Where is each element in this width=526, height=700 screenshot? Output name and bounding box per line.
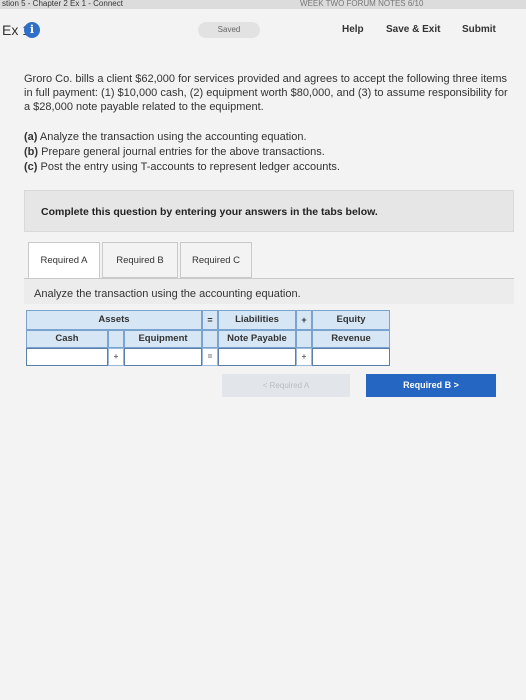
prev-required-a-button[interactable]: < Required A bbox=[222, 374, 350, 397]
help-button[interactable]: Help bbox=[342, 24, 364, 35]
plus-sign: + bbox=[296, 310, 312, 330]
input-equals-sign: = bbox=[202, 348, 218, 366]
revenue-input[interactable] bbox=[312, 348, 390, 366]
part-a: (a) Analyze the transaction using the ac… bbox=[24, 131, 307, 143]
note-payable-header: Note Payable bbox=[218, 330, 296, 348]
part-c: (c) Post the entry using T-accounts to r… bbox=[24, 161, 340, 173]
cash-input[interactable] bbox=[26, 348, 108, 366]
part-b: (b) Prepare general journal entries for … bbox=[24, 146, 325, 158]
revenue-header: Revenue bbox=[312, 330, 390, 348]
cash-header: Cash bbox=[26, 330, 108, 348]
input-plus-sign-2: + bbox=[296, 348, 312, 366]
assets-plus-cell bbox=[108, 330, 124, 348]
assets-header: Assets bbox=[26, 310, 202, 330]
question-text: Groro Co. bills a client $62,000 for ser… bbox=[24, 73, 508, 113]
equipment-header: Equipment bbox=[124, 330, 202, 348]
tab-content-title: Analyze the transaction using the accoun… bbox=[24, 278, 514, 304]
browser-tab-strip: stion 5 - Chapter 2 Ex 1 - Connect WEEK … bbox=[0, 0, 526, 9]
note-payable-input[interactable] bbox=[218, 348, 296, 366]
instruction-banner: Complete this question by entering your … bbox=[24, 190, 514, 232]
liabilities-header: Liabilities bbox=[218, 310, 296, 330]
equity-header: Equity bbox=[312, 310, 390, 330]
save-exit-button[interactable]: Save & Exit bbox=[386, 24, 440, 35]
equals-spacer bbox=[202, 330, 218, 348]
next-required-b-button[interactable]: Required B > bbox=[366, 374, 496, 397]
tab-required-b[interactable]: Required B bbox=[102, 242, 178, 278]
tab-required-a[interactable]: Required A bbox=[28, 242, 100, 280]
question-parts: (a) Analyze the transaction using the ac… bbox=[24, 130, 340, 175]
info-icon[interactable]: i bbox=[24, 22, 40, 38]
equipment-input[interactable] bbox=[124, 348, 202, 366]
tab-required-c[interactable]: Required C bbox=[180, 242, 252, 278]
submit-button[interactable]: Submit bbox=[462, 24, 496, 35]
tab-title-left: stion 5 - Chapter 2 Ex 1 - Connect bbox=[2, 0, 123, 8]
tab-title-right: WEEK TWO FORUM NOTES 6/10 bbox=[300, 0, 424, 8]
plus-spacer bbox=[296, 330, 312, 348]
equals-sign: = bbox=[202, 310, 218, 330]
saved-status-badge: Saved bbox=[198, 22, 260, 38]
input-plus-sign: + bbox=[108, 348, 124, 366]
